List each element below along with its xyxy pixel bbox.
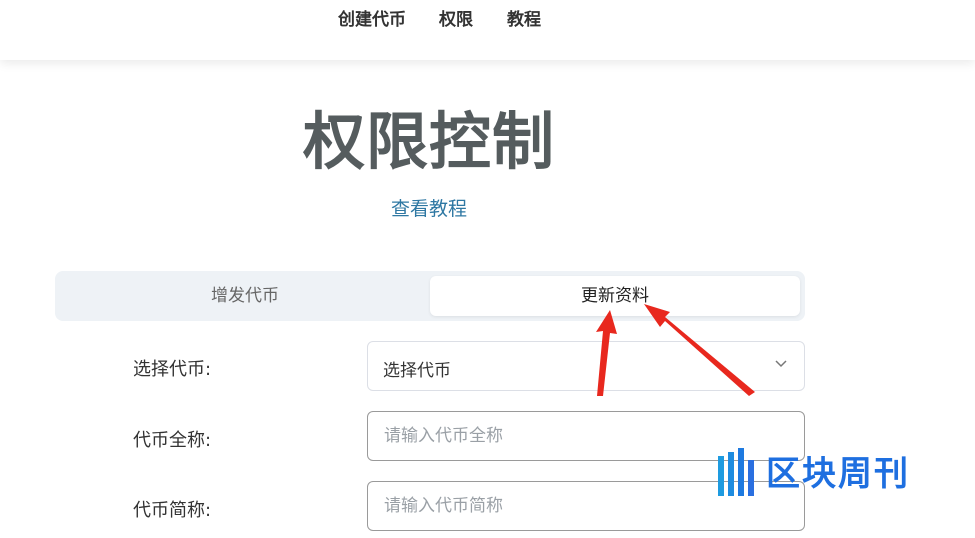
tab-mint-token[interactable]: 增发代币 xyxy=(60,276,430,316)
watermark-text: 区块周刊 xyxy=(766,454,910,494)
page-title: 权限控制 xyxy=(302,105,555,178)
short-name-label: 代币简称: xyxy=(133,500,212,521)
nav-create-token[interactable]: 创建代币 xyxy=(338,5,406,30)
watermark-logo: 区块周刊 xyxy=(716,446,956,502)
select-token-label: 选择代币: xyxy=(133,359,212,380)
tab-update-info[interactable]: 更新资料 xyxy=(430,276,800,316)
token-select[interactable]: 选择代币 xyxy=(367,341,805,391)
nav-tutorial[interactable]: 教程 xyxy=(507,5,541,30)
top-nav-bar: 创建代币 权限 教程 xyxy=(0,0,975,60)
nav-permissions[interactable]: 权限 xyxy=(439,5,473,30)
chevron-down-icon xyxy=(775,360,787,368)
tab-bar: 增发代币 更新资料 xyxy=(55,271,805,321)
token-select-value: 选择代币 xyxy=(383,361,451,381)
full-name-label: 代币全称: xyxy=(133,430,212,451)
watermark-logo-icon xyxy=(718,448,754,496)
view-tutorial-link[interactable]: 查看教程 xyxy=(0,194,858,221)
